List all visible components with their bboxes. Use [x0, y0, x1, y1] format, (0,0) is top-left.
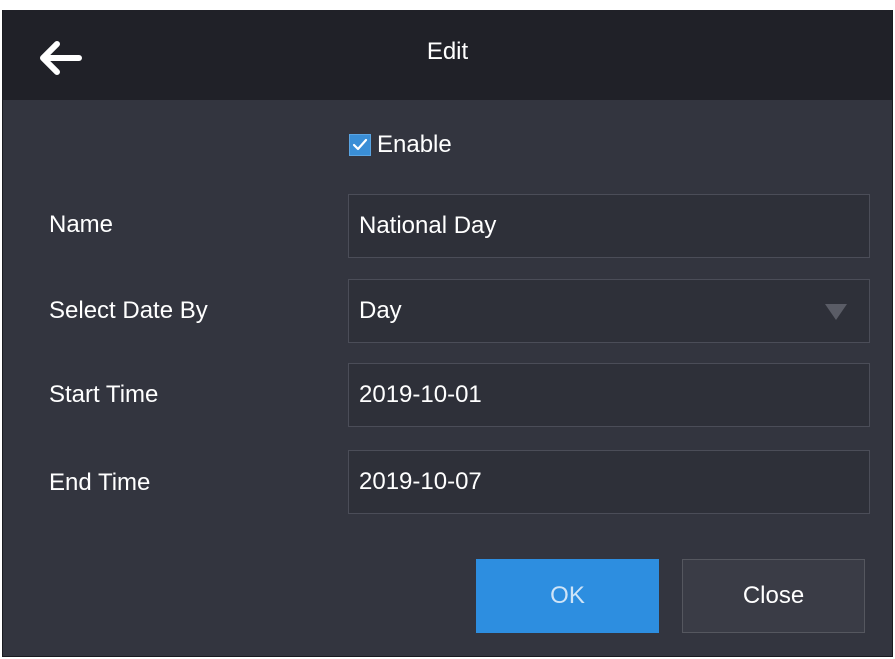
name-field[interactable]: National Day	[348, 194, 870, 258]
enable-checkbox[interactable]	[349, 134, 371, 156]
end-time-field[interactable]: 2019-10-07	[348, 450, 870, 514]
dropdown-triangle-icon	[825, 304, 847, 320]
edit-dialog: Edit Enable Name National Day Select Dat…	[2, 10, 893, 657]
enable-label: Enable	[377, 131, 452, 158]
checkmark-icon	[352, 138, 368, 151]
start-time-field[interactable]: 2019-10-01	[348, 363, 870, 427]
name-value: National Day	[359, 212, 497, 239]
close-button[interactable]: Close	[682, 559, 865, 633]
end-time-label: End Time	[49, 469, 151, 496]
end-time-value: 2019-10-07	[359, 468, 482, 495]
start-time-label: Start Time	[49, 381, 159, 408]
select-date-by-dropdown[interactable]: Day	[348, 279, 870, 343]
select-date-by-label: Select Date By	[49, 297, 208, 324]
dialog-header: Edit	[3, 10, 892, 100]
select-date-by-value: Day	[359, 297, 402, 324]
start-time-value: 2019-10-01	[359, 381, 482, 408]
enable-checkbox-row[interactable]: Enable	[349, 130, 452, 160]
dialog-title: Edit	[426, 38, 469, 65]
ok-button[interactable]: OK	[476, 559, 659, 633]
name-label: Name	[49, 211, 114, 238]
